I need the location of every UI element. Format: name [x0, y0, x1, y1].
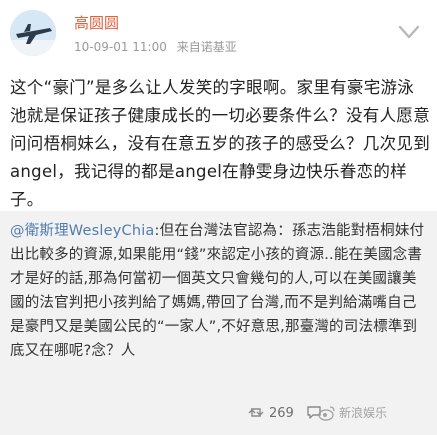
post-header: 高圆圆 10-09-01 11:00 来自诺基亚	[0, 0, 437, 62]
timestamp: 10-09-01 11:00	[74, 40, 167, 54]
mention-link[interactable]: @衛斯理WesleyChia	[10, 223, 155, 239]
post-source[interactable]: 来自诺基亚	[177, 40, 237, 54]
user-name[interactable]: 高圆圆	[74, 12, 119, 33]
repost-button[interactable]: 269	[248, 405, 294, 421]
chevron-down-icon	[398, 25, 420, 39]
watermark: 新浪娱乐	[318, 404, 387, 421]
airplane-avatar-icon	[10, 10, 56, 56]
post-text: 这个“豪门”是多么让人发笑的字眼啊。家里有豪宅游泳池就是保证孩子健康成长的一切必…	[10, 78, 430, 209]
post-meta: 10-09-01 11:00 来自诺基亚	[74, 38, 237, 55]
more-options-button[interactable]	[398, 24, 420, 40]
repost-content: @衛斯理WesleyChia:但在台灣法官認為：孫志浩能對梧桐妹付出比較多的資源…	[10, 219, 430, 363]
watermark-text: 新浪娱乐	[339, 406, 388, 420]
repost-text: :但在台灣法官認為：孫志浩能對梧桐妹付出比較多的資源,如果能用“錢”來認定小孩的…	[10, 223, 425, 359]
repost-card[interactable]: @衛斯理WesleyChia:但在台灣法官認為：孫志浩能對梧桐妹付出比較多的資源…	[0, 211, 437, 396]
weibo-logo-icon	[318, 406, 335, 421]
repost-icon	[248, 408, 264, 417]
repost-count: 269	[269, 406, 294, 421]
avatar[interactable]	[10, 10, 56, 56]
